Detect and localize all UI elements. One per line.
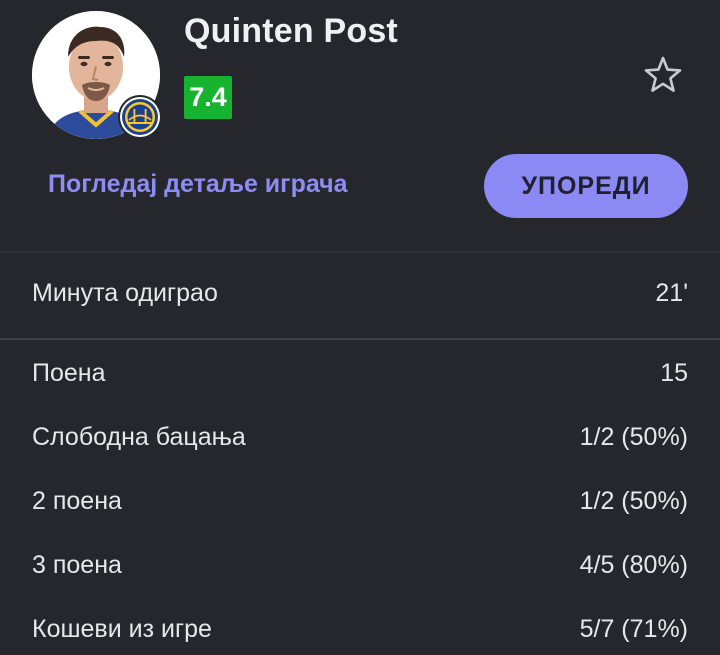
stat-row-free-throws: Слободна бацања 1/2 (50%) <box>32 417 688 457</box>
divider <box>0 251 720 253</box>
stat-value: 15 <box>660 358 688 387</box>
stat-value: 21' <box>655 278 688 307</box>
stat-label: Поена <box>32 358 106 387</box>
stat-label: Кошеви из игре <box>32 614 212 643</box>
stat-row-points: Поена 15 <box>32 353 688 393</box>
stat-label: 3 поена <box>32 550 122 579</box>
stat-row-two-pointers: 2 поена 1/2 (50%) <box>32 481 688 521</box>
divider <box>0 338 720 340</box>
stat-row-three-pointers: 3 поена 4/5 (80%) <box>32 545 688 585</box>
stat-label: 2 поена <box>32 486 122 515</box>
stat-value: 4/5 (80%) <box>579 550 688 579</box>
view-player-details-link[interactable]: Погледај детаље играча <box>48 170 348 199</box>
stat-label: Слободна бацања <box>32 422 246 451</box>
stat-row-minutes: Минута одиграо 21' <box>32 273 688 313</box>
player-name: Quinten Post <box>184 12 398 50</box>
stat-label: Минута одиграо <box>32 278 218 307</box>
stat-value: 1/2 (50%) <box>579 486 688 515</box>
stat-value: 1/2 (50%) <box>579 422 688 451</box>
team-logo-icon <box>120 97 160 137</box>
favorite-star-icon[interactable] <box>642 54 684 96</box>
stat-row-field-goals: Кошеви из игре 5/7 (71%) <box>32 609 688 649</box>
compare-button[interactable]: УПОРЕДИ <box>484 154 688 218</box>
stat-value: 5/7 (71%) <box>579 614 688 643</box>
player-stats-card: Quinten Post 7.4 Погледај детаље играча … <box>0 0 720 655</box>
player-rating-badge: 7.4 <box>184 76 232 119</box>
